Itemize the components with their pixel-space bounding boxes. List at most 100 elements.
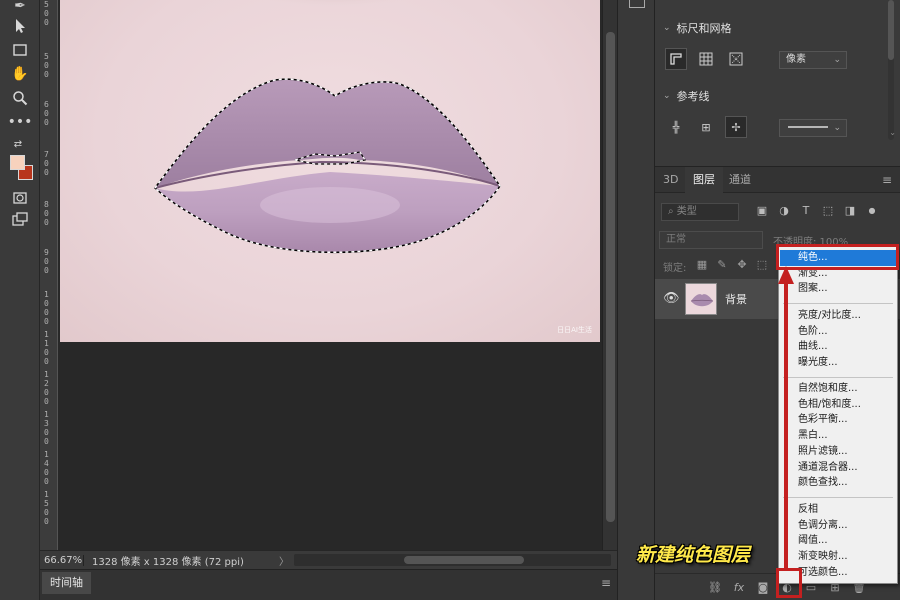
ruler-label: 500: [44, 52, 49, 79]
menu-item-channel-mixer[interactable]: 通道混合器...: [780, 460, 896, 476]
highlight-solid-color: [776, 244, 899, 270]
ruler-label: 1000: [44, 290, 49, 326]
section-title: 参考线: [676, 90, 710, 103]
guide-style-select[interactable]: ⌄: [779, 119, 847, 137]
ruler-label: 900: [44, 248, 49, 275]
tab-timeline[interactable]: 时间轴: [42, 572, 91, 594]
text-filter-icon[interactable]: T: [799, 204, 813, 218]
link-layers-icon[interactable]: ⛓: [707, 580, 723, 596]
scrollbar-thumb[interactable]: [606, 32, 615, 522]
menu-item-vibrance[interactable]: 自然饱和度...: [780, 381, 896, 397]
zoom-tool-icon[interactable]: [10, 88, 30, 108]
layer-name[interactable]: 背景: [725, 291, 747, 307]
smart-object-filter-icon[interactable]: ◨: [843, 204, 857, 218]
scrollbar-thumb[interactable]: [888, 0, 894, 60]
canvas-horizontal-scrollbar[interactable]: [294, 554, 611, 566]
menu-item-color-balance[interactable]: 色彩平衡...: [780, 412, 896, 428]
add-mask-icon[interactable]: ◙: [755, 580, 771, 596]
status-bar: 66.67% 1328 像素 x 1328 像素 (72 ppi) 〉: [40, 550, 617, 569]
menu-item-threshold[interactable]: 阈值...: [780, 533, 896, 549]
annotation-caption: 新建纯色图层: [636, 544, 751, 566]
menu-item-hue-saturation[interactable]: 色相/饱和度...: [780, 397, 896, 413]
panel-menu-icon[interactable]: ≡: [601, 576, 611, 590]
rectangle-tool-icon[interactable]: [10, 40, 30, 60]
pen-tool-icon[interactable]: ✒: [10, 0, 30, 16]
status-expand-arrow[interactable]: 〉: [274, 553, 294, 568]
fx-icon[interactable]: fx: [731, 580, 747, 596]
hand-tool-icon[interactable]: ✋: [10, 64, 30, 84]
shape-filter-icon[interactable]: ⬚: [821, 204, 835, 218]
menu-item-exposure[interactable]: 曝光度...: [780, 355, 896, 371]
tab-channels[interactable]: 通道: [721, 167, 759, 193]
lock-transparent-icon[interactable]: ▦: [695, 258, 709, 272]
menu-item-gradient-map[interactable]: 渐变映射...: [780, 549, 896, 565]
menu-item-photo-filter[interactable]: 照片滤镜...: [780, 444, 896, 460]
scroll-down-arrow-icon[interactable]: ⌄: [889, 128, 896, 137]
menu-item-color-lookup[interactable]: 颜色查找...: [780, 475, 896, 491]
lock-guides-icon[interactable]: ⊞: [695, 116, 717, 138]
timeline-panel: 时间轴 ≡: [40, 569, 617, 600]
blend-mode-select[interactable]: 正常: [659, 231, 763, 249]
lips-photo[interactable]: 日日AI生活: [60, 0, 600, 342]
grid-toggle-icon[interactable]: [695, 48, 717, 70]
menu-separator: [783, 497, 893, 498]
vertical-ruler: 500 500 600 700 800 900 1000 1100 1200 1…: [40, 0, 58, 550]
unit-select-value: 像素: [786, 54, 806, 65]
lock-image-icon[interactable]: ✎: [715, 258, 729, 272]
pixel-grid-icon[interactable]: [725, 48, 747, 70]
menu-item-curves[interactable]: 曲线...: [780, 339, 896, 355]
lock-artboard-icon[interactable]: ⬚: [755, 258, 769, 272]
lock-position-icon[interactable]: ✥: [735, 258, 749, 272]
canvas-vertical-scrollbar[interactable]: [602, 0, 617, 550]
menu-item-brightness-contrast[interactable]: 亮度/对比度...: [780, 308, 896, 324]
document-info: 1328 像素 x 1328 像素 (72 ppi): [92, 556, 244, 568]
lock-label: 锁定:: [663, 263, 687, 274]
tab-3d[interactable]: 3D: [655, 167, 686, 193]
panel-icon[interactable]: [629, 0, 645, 8]
quick-mask-icon[interactable]: [10, 188, 30, 208]
menu-separator: [783, 377, 893, 378]
layer-thumbnail: [685, 283, 717, 315]
menu-item-levels[interactable]: 色阶...: [780, 324, 896, 340]
menu-item-black-white[interactable]: 黑白...: [780, 428, 896, 444]
menu-item-invert[interactable]: 反相: [780, 502, 896, 518]
ruler-label: 1200: [44, 370, 49, 406]
more-tools-icon[interactable]: •••: [8, 112, 33, 132]
swap-colors-icon[interactable]: ⇄: [8, 134, 28, 154]
unit-select[interactable]: 像素 ⌄: [779, 51, 847, 69]
filter-toggle-icon[interactable]: ●: [865, 204, 879, 218]
lips-thumbnail-image: [686, 284, 716, 314]
scrollbar-thumb[interactable]: [404, 556, 524, 564]
tab-layers[interactable]: 图层: [685, 167, 723, 193]
zoom-level[interactable]: 66.67%: [40, 554, 84, 566]
adjustment-filter-icon[interactable]: ◑: [777, 204, 791, 218]
highlight-adjustment-button: [776, 568, 802, 598]
chevron-down-icon: ⌄: [663, 91, 671, 101]
ruler-label: 1400: [44, 450, 49, 486]
ruler-label: 600: [44, 100, 49, 127]
section-ruler-grid[interactable]: ⌄ 标尺和网格: [663, 20, 732, 36]
lips-image: [154, 0, 501, 254]
layer-filter-row: ⌕ 类型 ▣ ◑ T ⬚ ◨ ●: [659, 201, 887, 223]
menu-item-pattern[interactable]: 图案...: [780, 281, 896, 297]
ruler-toggle-icon[interactable]: [665, 48, 687, 70]
move-tool-icon[interactable]: [10, 16, 30, 36]
foreground-color-swatch[interactable]: [10, 155, 25, 170]
section-guides[interactable]: ⌄ 参考线: [663, 88, 710, 104]
panel-menu-icon[interactable]: ≡: [882, 173, 892, 187]
ruler-label: 700: [44, 150, 49, 177]
ruler-label: 1300: [44, 410, 49, 446]
smart-guides-icon[interactable]: ✢: [725, 116, 747, 138]
chevron-down-icon: ⌄: [833, 55, 841, 65]
screen-mode-icon[interactable]: [10, 210, 30, 230]
layer-filter-select[interactable]: ⌕ 类型: [661, 203, 739, 221]
document-canvas[interactable]: 日日AI生活: [58, 0, 602, 550]
guide-layout-icon[interactable]: ╬: [665, 116, 687, 138]
visibility-eye-icon[interactable]: 👁: [663, 291, 680, 307]
watermark-text: 日日AI生活: [557, 326, 592, 334]
menu-item-posterize[interactable]: 色调分离...: [780, 518, 896, 534]
collapsed-panels-strip: [617, 0, 655, 600]
ruler-label: 1100: [44, 330, 49, 366]
ruler-label: 800: [44, 200, 49, 227]
image-filter-icon[interactable]: ▣: [755, 204, 769, 218]
